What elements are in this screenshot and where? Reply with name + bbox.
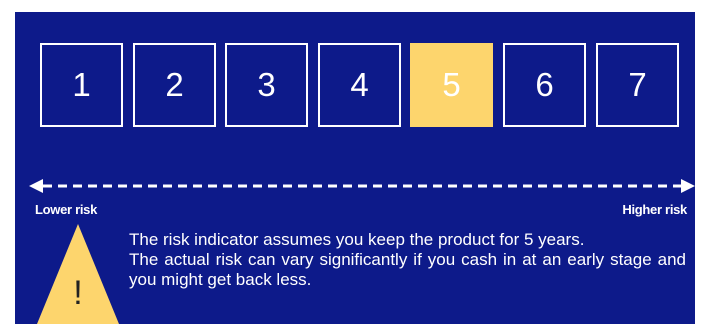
higher-risk-label: Higher risk [622,202,687,217]
warning-text: The risk indicator assumes you keep the … [129,230,686,290]
warning-line-early-cash-in: The actual risk can vary significantly i… [129,250,686,289]
risk-level-4: 4 [318,43,401,127]
risk-level-1: 1 [40,43,123,127]
warning-triangle-icon: ! [37,224,119,324]
warning-line-holding-period: The risk indicator assumes you keep the … [129,230,585,249]
risk-level-7: 7 [596,43,679,127]
risk-level-3: 3 [225,43,308,127]
risk-scale: 1 2 3 4 5 6 7 [40,43,679,127]
risk-level-6: 6 [503,43,586,127]
risk-indicator-panel: 1 2 3 4 5 6 7 Lower risk Higher risk ! T… [15,12,695,324]
warning-symbol: ! [73,274,82,312]
double-arrow-icon [29,178,695,194]
risk-level-5: 5 [410,43,493,127]
lower-risk-label: Lower risk [35,202,98,217]
risk-level-2: 2 [133,43,216,127]
